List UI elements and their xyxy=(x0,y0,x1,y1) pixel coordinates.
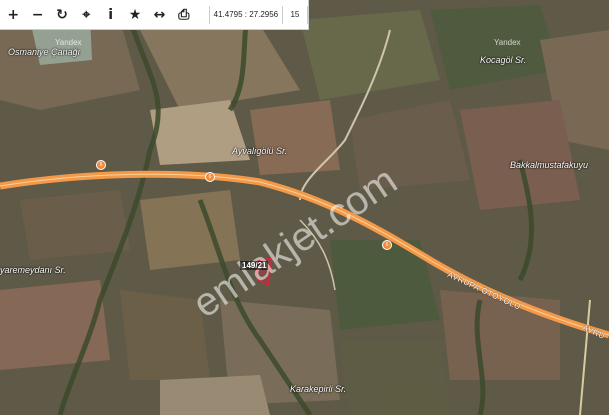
highway-shield: 6 xyxy=(205,172,215,182)
place-label-kocagol: Kocagöl Sr. xyxy=(480,55,527,65)
coordinate-readout: 41.4795 : 27.2956 xyxy=(209,5,283,24)
parcel-label[interactable]: 149/21 xyxy=(240,261,269,270)
print-icon[interactable]: ⎙ xyxy=(173,3,195,27)
info-icon[interactable]: i xyxy=(100,3,122,27)
locate-icon[interactable]: ⌖ xyxy=(75,3,97,27)
place-label-osmaniye: Osmaniye Çanağı xyxy=(8,47,81,57)
place-label-yaremeydani: yaremeydanı Sr. xyxy=(0,265,66,275)
provider-label: Yandex xyxy=(494,38,521,47)
place-label-ayvaligolu: Ayvalıgölü Sr. xyxy=(232,146,288,156)
star-icon[interactable]: ★ xyxy=(124,3,146,27)
provider-label: Yandex xyxy=(55,38,82,47)
measure-icon[interactable]: ↔ xyxy=(148,3,170,27)
place-label-bakkal: Bakkalmustafakuyu xyxy=(510,160,589,170)
satellite-map[interactable]: emlakjet.com Osmaniye Çanağı Kocagöl Sr.… xyxy=(0,0,609,415)
zoom-in-icon[interactable]: + xyxy=(2,3,24,27)
zoom-level-field[interactable]: 15 xyxy=(283,5,309,24)
zoom-out-icon[interactable]: − xyxy=(26,3,48,27)
map-toolbar: + − ↻ ⌖ i ★ ↔ ⎙ 41.4795 : 27.2956 15 xyxy=(0,0,309,30)
highway-shield: 6 xyxy=(96,160,106,170)
highway-shield: 6 xyxy=(382,240,392,250)
place-label-karakepirli: Karakepirli Sr. xyxy=(290,384,347,394)
refresh-icon[interactable]: ↻ xyxy=(51,3,73,27)
